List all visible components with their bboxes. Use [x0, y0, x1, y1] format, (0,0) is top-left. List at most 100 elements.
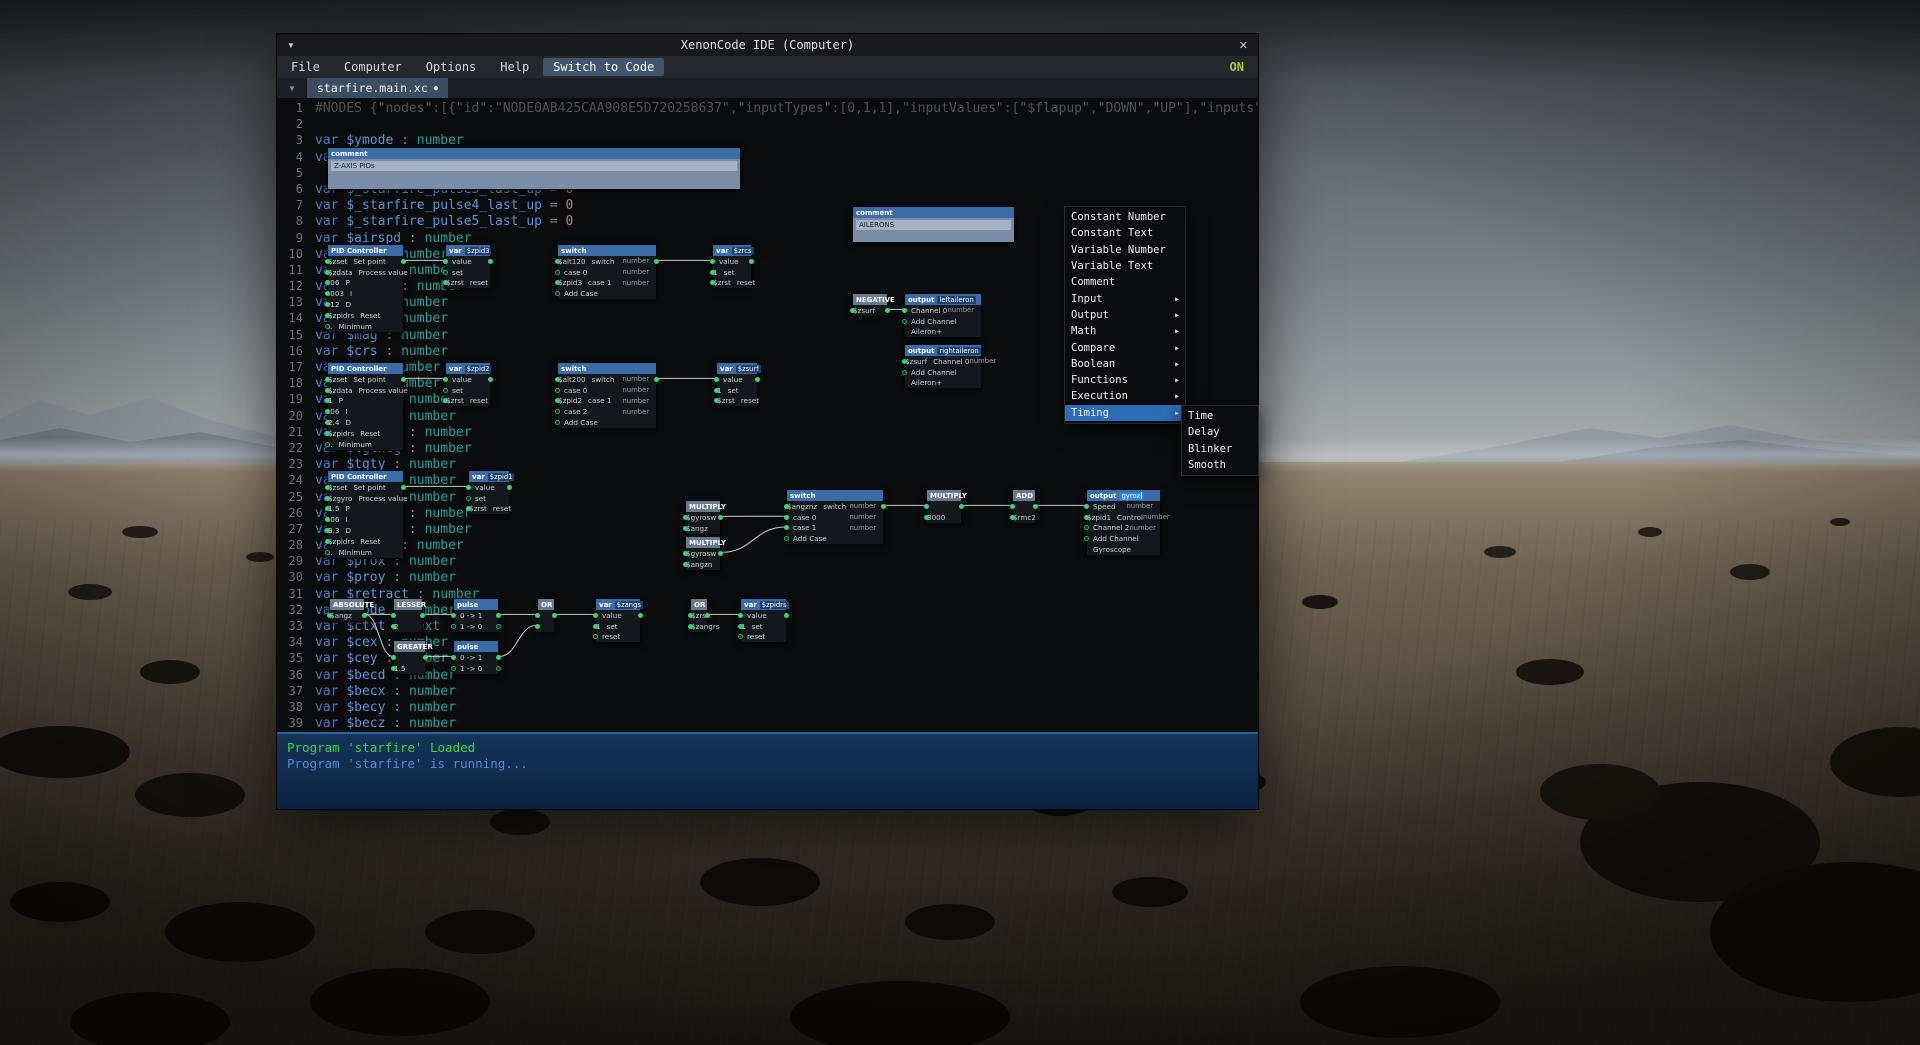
node-name-field[interactable]: leftaileron	[937, 296, 975, 304]
input-port[interactable]	[391, 624, 396, 629]
input-port[interactable]	[593, 624, 598, 629]
comment-text[interactable]: Z-AXIS PIDs	[331, 161, 737, 171]
output-port[interactable]	[755, 377, 760, 382]
input-port[interactable]	[924, 515, 929, 520]
output-port[interactable]	[488, 259, 493, 264]
input-port[interactable]	[535, 624, 540, 629]
input-value[interactable]: $zpid3	[558, 278, 582, 287]
title-bar[interactable]: ▼ XenonCode IDE (Computer) ✕	[277, 34, 1258, 56]
graph-node-zpidrs[interactable]: var$zpidrsvalue1setreset	[740, 598, 787, 643]
input-port[interactable]	[738, 613, 743, 618]
submenu-item-smooth[interactable]: Smooth	[1182, 457, 1258, 473]
selector-label[interactable]: Gyroscope	[1093, 545, 1131, 554]
add-port-icon[interactable]	[902, 319, 907, 324]
menu-item-functions[interactable]: Functions▶	[1065, 372, 1185, 388]
graph-node-les[interactable]: LESSER2	[393, 598, 423, 633]
input-value[interactable]: $zset	[328, 375, 347, 384]
input-port[interactable]	[738, 634, 743, 639]
input-value[interactable]: $gyrosw	[686, 513, 716, 522]
input-value[interactable]: $zpidrs	[328, 537, 354, 546]
menu-item-constant-number[interactable]: Constant Number	[1065, 209, 1185, 225]
output-port[interactable]	[718, 551, 723, 556]
output-port[interactable]	[718, 515, 723, 520]
input-value[interactable]: $angznz	[787, 502, 817, 511]
graph-node-outR[interactable]: outputrightaileron$zsurfChannel 0numberA…	[904, 344, 982, 389]
input-port[interactable]	[391, 666, 396, 671]
output-port[interactable]	[423, 655, 428, 660]
input-port[interactable]	[555, 409, 560, 414]
output-port[interactable]	[362, 613, 367, 618]
input-port[interactable]	[325, 388, 330, 393]
menu-item-input[interactable]: Input▶	[1065, 290, 1185, 306]
graph-node-gyro[interactable]: outputgyrozSpeednumber$zpid1Controlnumbe…	[1086, 489, 1161, 556]
code-line[interactable]: 38var $becy : number	[277, 699, 1258, 715]
graph-node-pu2[interactable]: pulse0 -> 11 -> 0	[453, 640, 499, 675]
node-name-field[interactable]: $zpidrs	[760, 601, 789, 609]
graph-node-zpid1[interactable]: var$zpid1valueset$zrstreset	[468, 470, 510, 515]
input-value[interactable]: 3000	[927, 513, 945, 522]
input-value[interactable]: $zrst	[469, 504, 487, 513]
add-row-label[interactable]: Add Case	[793, 534, 827, 543]
input-value[interactable]: $zsurf	[853, 306, 875, 315]
input-port[interactable]	[325, 539, 330, 544]
code-line[interactable]: 22var $tgthdg : number	[277, 440, 1258, 456]
code-line[interactable]: 2	[277, 116, 1258, 132]
output-port[interactable]	[552, 613, 557, 618]
output-port[interactable]	[654, 259, 659, 264]
add-port-icon[interactable]	[1084, 536, 1089, 541]
input-value[interactable]: .003	[328, 289, 344, 298]
input-value[interactable]: $zset	[328, 483, 347, 492]
input-port[interactable]	[555, 270, 560, 275]
graph-node-zrcs[interactable]: var$zrcsvalue1set$zrstreset	[712, 244, 752, 289]
menu-item-variable-text[interactable]: Variable Text	[1065, 258, 1185, 274]
output-port[interactable]	[1033, 504, 1038, 509]
add-row-label[interactable]: Add Channel	[911, 368, 957, 377]
menu-item-comment[interactable]: Comment	[1065, 274, 1185, 290]
input-port[interactable]	[443, 377, 448, 382]
input-value[interactable]: $gyrosw	[686, 549, 716, 558]
output-port[interactable]	[784, 613, 789, 618]
close-icon[interactable]: ✕	[1239, 39, 1248, 52]
tab-starfire-main[interactable]: starfire.main.xc ●	[307, 78, 448, 98]
input-port[interactable]	[1084, 504, 1089, 509]
graph-node-zpid3[interactable]: var$zpid3valueset$zrstreset	[445, 244, 491, 289]
input-port[interactable]	[466, 485, 471, 490]
input-value[interactable]: $zrst	[713, 278, 731, 287]
graph-node-sw1[interactable]: switch$alt120switchnumbercase 0number$zp…	[557, 244, 657, 300]
input-port[interactable]	[555, 388, 560, 393]
node-name-field[interactable]: $zsurf	[736, 365, 761, 373]
input-port[interactable]	[688, 613, 693, 618]
input-value[interactable]: $zpidrs	[328, 311, 354, 320]
input-port[interactable]	[683, 551, 688, 556]
menu-item-timing[interactable]: Timing▶	[1065, 405, 1185, 421]
graph-node-or1[interactable]: OR	[537, 598, 555, 633]
input-port[interactable]	[535, 613, 540, 618]
input-port[interactable]	[710, 259, 715, 264]
graph-node-outL[interactable]: outputleftaileronChannel 0numberAdd Chan…	[904, 293, 982, 338]
graph-node-pu1[interactable]: pulse0 -> 11 -> 0	[453, 598, 499, 633]
input-value[interactable]: $alt200	[558, 375, 586, 384]
input-value[interactable]: $zrst	[446, 278, 464, 287]
power-status-badge[interactable]: ON	[1230, 60, 1244, 74]
input-port[interactable]	[1010, 515, 1015, 520]
switch-to-code-button[interactable]: Switch to Code	[543, 58, 664, 76]
graph-node-pid3[interactable]: PID Controller$zsetSet point$zgyroProces…	[327, 470, 404, 559]
input-port[interactable]	[784, 515, 789, 520]
code-line[interactable]: 39var $becz : number	[277, 715, 1258, 731]
graph-node-or2[interactable]: OR$zrst$zangrs	[690, 598, 708, 633]
menu-item-execution[interactable]: Execution▶	[1065, 388, 1185, 404]
input-port[interactable]	[443, 259, 448, 264]
graph-node-neg[interactable]: NEGATIVE$zsurf	[852, 293, 888, 317]
input-port[interactable]	[738, 624, 743, 629]
input-port[interactable]	[325, 550, 330, 555]
output-port[interactable]	[507, 485, 512, 490]
node-name-field[interactable]: $zpid3	[465, 247, 492, 255]
input-port[interactable]	[466, 496, 471, 501]
input-port[interactable]	[924, 504, 929, 509]
submenu-item-time[interactable]: Time	[1182, 408, 1258, 424]
input-port[interactable]	[443, 270, 448, 275]
input-port[interactable]	[1010, 504, 1015, 509]
code-line[interactable]: 37var $becx : number	[277, 683, 1258, 699]
menubar-item-file[interactable]: File	[291, 60, 320, 74]
input-value[interactable]: $zsurf	[905, 357, 927, 366]
